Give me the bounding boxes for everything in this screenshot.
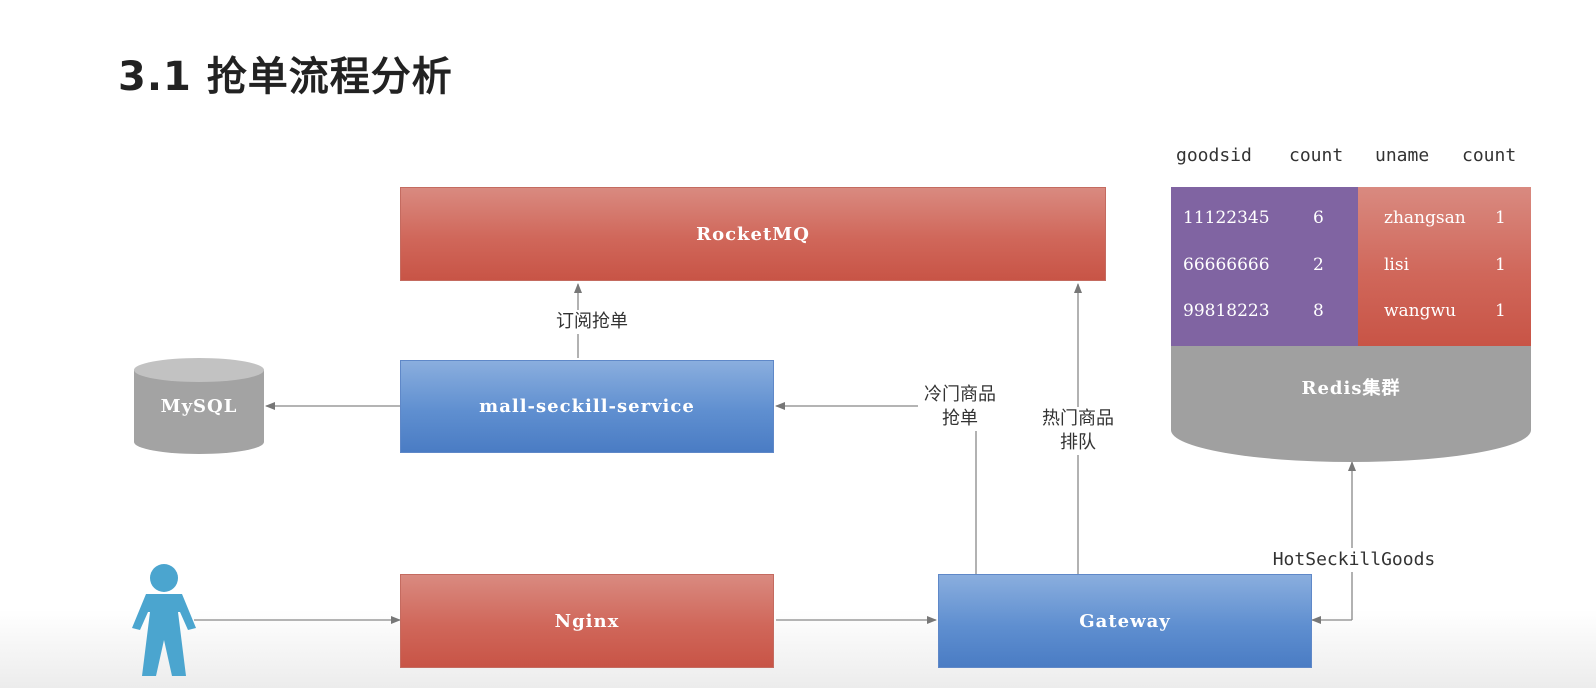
count-cell: 8 xyxy=(1313,301,1324,321)
redis-cluster-label-box: Redis集群 xyxy=(1171,372,1531,402)
header-uname: uname xyxy=(1375,145,1430,166)
header-count-right: count xyxy=(1462,145,1517,166)
count-cell: 6 xyxy=(1313,208,1324,228)
count-cell: 1 xyxy=(1495,255,1506,275)
count-cell: 1 xyxy=(1495,208,1506,228)
gateway-box: Gateway xyxy=(938,574,1312,668)
cold-goods-line1: 冷门商品 xyxy=(924,384,996,405)
subscribe-label: 订阅抢单 xyxy=(546,310,638,334)
user-icon xyxy=(132,564,196,676)
nginx-box: Nginx xyxy=(400,574,774,668)
cold-goods-line2: 抢单 xyxy=(942,408,978,429)
mysql-box: MySQL xyxy=(134,380,264,432)
hot-goods-line2: 排队 xyxy=(1060,432,1096,453)
seckill-service-label: mall-seckill-service xyxy=(479,396,695,417)
goodsid-cell: 99818223 xyxy=(1183,301,1270,321)
arrow-gateway-to-seckill xyxy=(775,402,977,574)
header-goodsid: goodsid xyxy=(1176,145,1252,166)
hot-seckill-goods-label: HotSeckillGoods xyxy=(1266,548,1442,572)
header-count-left: count xyxy=(1289,145,1344,166)
count-cell: 1 xyxy=(1495,301,1506,321)
seckill-service-box: mall-seckill-service xyxy=(400,360,774,453)
nginx-label: Nginx xyxy=(554,610,620,632)
cold-goods-label: 冷门商品 抢单 xyxy=(918,383,1002,431)
hot-goods-label: 热门商品 排队 xyxy=(1036,407,1120,455)
count-cell: 2 xyxy=(1313,255,1324,275)
rocketmq-box: RocketMQ xyxy=(400,187,1106,281)
goodsid-cell: 66666666 xyxy=(1183,255,1270,275)
hot-goods-line1: 热门商品 xyxy=(1042,408,1114,429)
mysql-label: MySQL xyxy=(160,395,238,417)
uname-cell: wangwu xyxy=(1384,301,1457,321)
redis-cylinder-shape xyxy=(1171,346,1531,462)
rocketmq-label: RocketMQ xyxy=(696,223,810,245)
uname-cell: zhangsan xyxy=(1384,208,1466,228)
redis-cluster-label: Redis集群 xyxy=(1301,378,1401,399)
gateway-label: Gateway xyxy=(1079,610,1171,632)
goodsid-cell: 11122345 xyxy=(1183,208,1270,228)
uname-cell: lisi xyxy=(1384,255,1410,275)
